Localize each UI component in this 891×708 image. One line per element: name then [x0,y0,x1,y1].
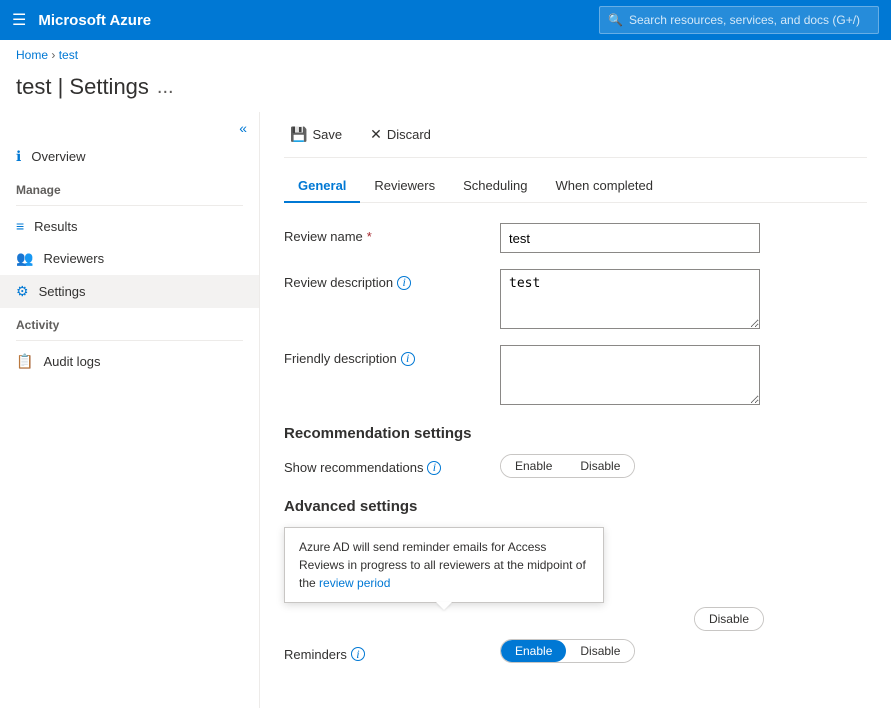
toolbar: 💾 Save ✕ Discard [284,112,867,158]
friendly-description-input[interactable] [500,345,760,405]
review-description-input[interactable]: test [500,269,760,329]
tab-bar: General Reviewers Scheduling When comple… [284,170,867,203]
search-icon: 🔍 [608,13,623,27]
friendly-description-label: Friendly description i [284,345,484,366]
audit-logs-icon: 📋 [16,353,33,370]
sidebar-item-audit-logs[interactable]: 📋 Audit logs [0,345,259,378]
sidebar-divider-2 [16,340,243,341]
sidebar-collapse-button[interactable]: « [0,116,259,140]
show-recommendations-disable-btn[interactable]: Disable [566,455,634,477]
show-recommendations-toggle: Enable Disable [500,454,635,478]
advanced-disable-toggle: Disable [694,607,764,631]
discard-label: Discard [387,127,431,142]
required-indicator: * [367,229,372,244]
sidebar-item-results[interactable]: ≡ Results [0,210,259,242]
sidebar-item-settings-label: Settings [39,284,86,299]
section-name: Settings [69,74,149,99]
page-title-row: test | Settings ... [0,70,891,112]
sidebar-item-audit-logs-label: Audit logs [43,354,100,369]
search-bar[interactable]: 🔍 Search resources, services, and docs (… [599,6,879,34]
sidebar-item-settings[interactable]: ⚙ Settings [0,275,259,308]
tab-when-completed[interactable]: When completed [541,170,667,203]
content-area: « ℹ Overview Manage ≡ Results 👥 Reviewer… [0,112,891,708]
form-row-review-description: Review description i test [284,269,867,329]
review-description-label: Review description i [284,269,484,290]
form-section-general: Review name * Review description i test [284,223,867,405]
breadcrumb: Home › test [0,40,891,70]
review-description-info-icon[interactable]: i [397,276,411,290]
reminders-enable-btn[interactable]: Enable [501,640,566,662]
tab-general[interactable]: General [284,170,360,203]
review-name-label: Review name * [284,223,484,244]
app-title: Microsoft Azure [38,12,151,29]
recommendation-settings-header: Recommendation settings [284,425,867,442]
form-row-show-recommendations: Show recommendations i Enable Disable [284,454,867,478]
tab-scheduling[interactable]: Scheduling [449,170,541,203]
tooltip-popup: Azure AD will send reminder emails for A… [284,527,604,603]
advanced-settings-section: Advanced settings Azure AD will send rem… [284,498,867,663]
sidebar-activity-section: Activity [0,308,259,336]
sidebar: « ℹ Overview Manage ≡ Results 👥 Reviewer… [0,112,260,708]
search-placeholder: Search resources, services, and docs (G+… [629,13,860,27]
sidebar-item-overview-label: Overview [31,149,85,164]
tab-reviewers[interactable]: Reviewers [360,170,449,203]
form-row-review-name: Review name * [284,223,867,253]
discard-button[interactable]: ✕ Discard [364,122,437,147]
reminders-row: Reminders i Enable Disable [284,639,867,663]
form-row-friendly-description: Friendly description i [284,345,867,405]
reminders-disable-btn[interactable]: Disable [566,640,634,662]
title-separator: | [58,74,70,99]
sidebar-divider-1 [16,205,243,206]
reminders-toggle: Enable Disable [500,639,635,663]
sidebar-item-results-label: Results [34,219,77,234]
reminders-info-icon[interactable]: i [351,647,365,661]
resource-name: test [16,74,51,99]
main-wrapper: Home › test test | Settings ... « ℹ Over… [0,40,891,708]
sidebar-item-reviewers[interactable]: 👥 Reviewers [0,242,259,275]
review-name-input[interactable] [500,223,760,253]
reviewers-icon: 👥 [16,250,33,267]
show-recommendations-enable-btn[interactable]: Enable [501,455,566,477]
save-icon: 💾 [290,126,307,143]
settings-icon: ⚙ [16,283,29,300]
save-button[interactable]: 💾 Save [284,122,348,147]
reminders-label: Reminders i [284,641,484,662]
sidebar-manage-section: Manage [0,173,259,201]
save-label: Save [312,127,342,142]
advanced-settings-header: Advanced settings [284,498,867,515]
page-title: test | Settings [16,74,149,100]
breadcrumb-current[interactable]: test [59,48,78,62]
show-recommendations-label: Show recommendations i [284,454,484,475]
tooltip-arrow [436,602,452,610]
hamburger-menu[interactable]: ☰ [12,10,26,30]
page-title-ellipsis[interactable]: ... [157,76,174,99]
results-icon: ≡ [16,218,24,234]
discard-icon: ✕ [370,126,382,143]
main-content: 💾 Save ✕ Discard General Reviewers Sched… [260,112,891,708]
top-navigation: ☰ Microsoft Azure 🔍 Search resources, se… [0,0,891,40]
advanced-disable-btn[interactable]: Disable [695,608,763,630]
show-recommendations-info-icon[interactable]: i [427,461,441,475]
sidebar-item-overview[interactable]: ℹ Overview [0,140,259,173]
tooltip-link[interactable]: review period [319,576,390,590]
friendly-description-info-icon[interactable]: i [401,352,415,366]
info-icon: ℹ [16,148,21,165]
sidebar-item-reviewers-label: Reviewers [43,251,104,266]
breadcrumb-separator: › [51,48,58,62]
breadcrumb-home[interactable]: Home [16,48,48,62]
